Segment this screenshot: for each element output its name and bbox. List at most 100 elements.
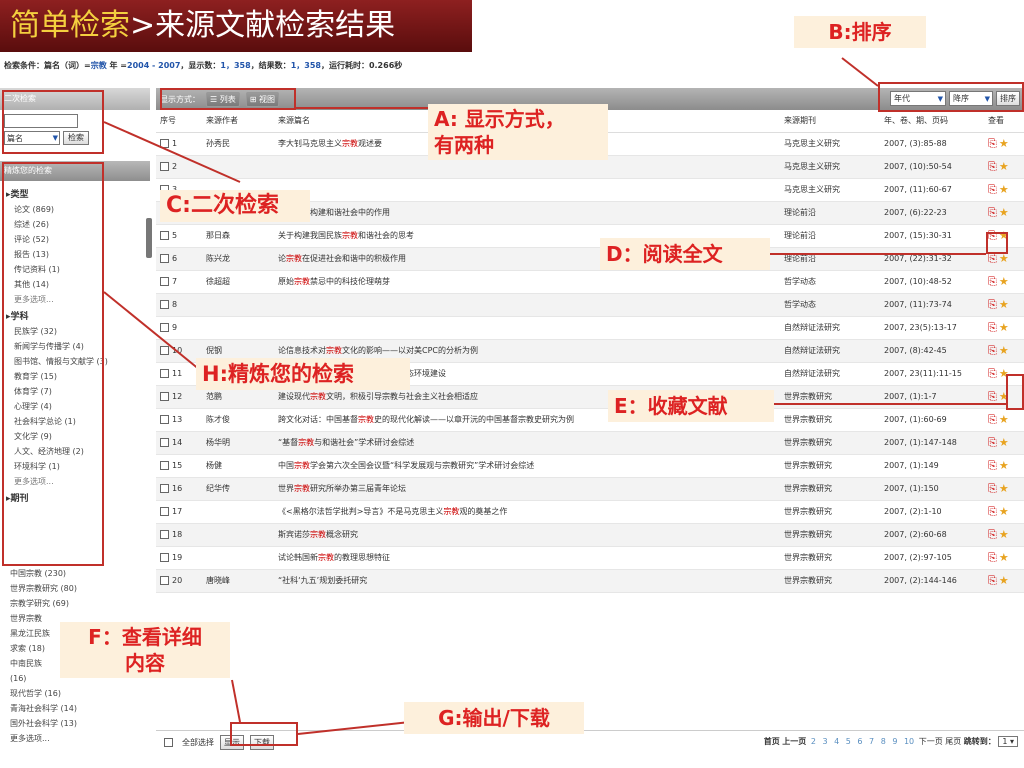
- journal-link[interactable]: 理论前沿: [780, 224, 880, 248]
- row-checkbox[interactable]: [160, 530, 169, 539]
- author-link[interactable]: [202, 500, 274, 524]
- star-icon[interactable]: ★: [999, 321, 1009, 334]
- pdf-icon[interactable]: ⎘: [988, 459, 997, 472]
- title-link[interactable]: 斯宾诺莎宗教概念研究: [274, 523, 780, 547]
- author-link[interactable]: [202, 546, 274, 570]
- pdf-icon[interactable]: ⎘: [988, 390, 997, 403]
- pdf-icon[interactable]: ⎘: [988, 137, 997, 150]
- author-link[interactable]: 那日森: [202, 224, 274, 248]
- page-link[interactable]: 10: [904, 737, 914, 746]
- title-link[interactable]: 中国宗教学会第六次全国会议暨“科学发展观与宗教研究”学术研讨会综述: [274, 454, 780, 478]
- star-icon[interactable]: ★: [999, 160, 1009, 173]
- title-link[interactable]: 试论韩国新宗教的教理思想特征: [274, 546, 780, 570]
- next-page-link[interactable]: 下一页: [919, 737, 943, 746]
- row-checkbox[interactable]: [160, 323, 169, 332]
- row-checkbox[interactable]: [160, 461, 169, 470]
- row-checkbox[interactable]: [160, 277, 169, 286]
- journal-link[interactable]: 马克思主义研究: [780, 155, 880, 179]
- row-checkbox[interactable]: [160, 162, 169, 171]
- author-link[interactable]: 杨华明: [202, 431, 274, 455]
- author-link[interactable]: 唐晓峰: [202, 569, 274, 593]
- select-all-checkbox[interactable]: [164, 738, 173, 747]
- star-icon[interactable]: ★: [999, 275, 1009, 288]
- jump-select[interactable]: 1 ▾: [998, 736, 1018, 747]
- journal-link[interactable]: 世界宗教研究: [780, 523, 880, 547]
- author-link[interactable]: 杨健: [202, 454, 274, 478]
- pdf-icon[interactable]: ⎘: [988, 551, 997, 564]
- row-checkbox[interactable]: [160, 507, 169, 516]
- star-icon[interactable]: ★: [999, 413, 1009, 426]
- title-link[interactable]: [274, 316, 780, 340]
- author-link[interactable]: 徐超超: [202, 270, 274, 294]
- star-icon[interactable]: ★: [999, 183, 1009, 196]
- row-checkbox[interactable]: [160, 415, 169, 424]
- page-link[interactable]: 6: [857, 737, 862, 746]
- star-icon[interactable]: ★: [999, 344, 1009, 357]
- row-checkbox[interactable]: [160, 231, 169, 240]
- page-link[interactable]: 8: [881, 737, 886, 746]
- pdf-icon[interactable]: ⎘: [988, 436, 997, 449]
- facet-item[interactable]: 青海社会科学 (14): [10, 701, 77, 716]
- page-link[interactable]: 3: [822, 737, 827, 746]
- journal-link[interactable]: 世界宗教研究: [780, 477, 880, 501]
- pdf-icon[interactable]: ⎘: [988, 321, 997, 334]
- journal-link[interactable]: 哲学动态: [780, 270, 880, 294]
- pdf-icon[interactable]: ⎘: [988, 505, 997, 518]
- pdf-icon[interactable]: ⎘: [988, 206, 997, 219]
- author-link[interactable]: 纪华传: [202, 477, 274, 501]
- journal-link[interactable]: 世界宗教研究: [780, 546, 880, 570]
- journal-link[interactable]: 世界宗教研究: [780, 569, 880, 593]
- row-checkbox[interactable]: [160, 576, 169, 585]
- star-icon[interactable]: ★: [999, 482, 1009, 495]
- pdf-icon[interactable]: ⎘: [988, 183, 997, 196]
- pdf-icon[interactable]: ⎘: [988, 413, 997, 426]
- page-link[interactable]: 9: [892, 737, 897, 746]
- row-checkbox[interactable]: [160, 369, 169, 378]
- pdf-icon[interactable]: ⎘: [988, 344, 997, 357]
- author-link[interactable]: [202, 293, 274, 317]
- facet-item[interactable]: 中国宗教 (230): [10, 566, 77, 581]
- star-icon[interactable]: ★: [999, 551, 1009, 564]
- journal-link[interactable]: 世界宗教研究: [780, 500, 880, 524]
- row-checkbox[interactable]: [160, 346, 169, 355]
- facet-item[interactable]: 国外社会科学 (13): [10, 716, 77, 731]
- title-link[interactable]: 论宗教在构建和谐社会中的作用: [274, 201, 780, 225]
- row-checkbox[interactable]: [160, 484, 169, 493]
- row-checkbox[interactable]: [160, 139, 169, 148]
- page-link[interactable]: 7: [869, 737, 874, 746]
- facet-item[interactable]: 更多选项...: [10, 731, 77, 746]
- author-link[interactable]: [202, 155, 274, 179]
- title-link[interactable]: “基督宗教与和谐社会”学术研讨会综述: [274, 431, 780, 455]
- facet-item[interactable]: 世界宗教研究 (80): [10, 581, 77, 596]
- title-link[interactable]: 世界宗教研究所举办第三届青年论坛: [274, 477, 780, 501]
- star-icon[interactable]: ★: [999, 298, 1009, 311]
- journal-link[interactable]: 哲学动态: [780, 293, 880, 317]
- pdf-icon[interactable]: ⎘: [988, 528, 997, 541]
- star-icon[interactable]: ★: [999, 528, 1009, 541]
- journal-link[interactable]: 马克思主义研究: [780, 132, 880, 156]
- author-link[interactable]: [202, 316, 274, 340]
- pdf-icon[interactable]: ⎘: [988, 482, 997, 495]
- sidebar-collapse-handle[interactable]: [146, 218, 152, 258]
- last-page-link[interactable]: 尾页: [945, 737, 961, 746]
- pdf-icon[interactable]: ⎘: [988, 298, 997, 311]
- journal-link[interactable]: 世界宗教研究: [780, 431, 880, 455]
- row-checkbox[interactable]: [160, 392, 169, 401]
- pdf-icon[interactable]: ⎘: [988, 160, 997, 173]
- title-link[interactable]: 《<黑格尔法哲学批判>导言》不是马克思主义宗教观的奠基之作: [274, 500, 780, 524]
- first-page-link[interactable]: 首页: [764, 737, 780, 746]
- journal-link[interactable]: 自然辩证法研究: [780, 362, 880, 386]
- star-icon[interactable]: ★: [999, 206, 1009, 219]
- pdf-icon[interactable]: ⎘: [988, 574, 997, 587]
- journal-link[interactable]: 理论前沿: [780, 201, 880, 225]
- journal-link[interactable]: 自然辩证法研究: [780, 316, 880, 340]
- title-link[interactable]: [274, 293, 780, 317]
- journal-link[interactable]: 自然辩证法研究: [780, 339, 880, 363]
- page-link[interactable]: 4: [834, 737, 839, 746]
- journal-link[interactable]: 世界宗教研究: [780, 454, 880, 478]
- author-link[interactable]: 孙秀民: [202, 132, 274, 156]
- title-link[interactable]: “社科‘九五’规划委托研究: [274, 569, 780, 593]
- journal-link[interactable]: 世界宗教研究: [780, 408, 880, 432]
- journal-link[interactable]: 理论前沿: [780, 247, 880, 271]
- author-link[interactable]: [202, 523, 274, 547]
